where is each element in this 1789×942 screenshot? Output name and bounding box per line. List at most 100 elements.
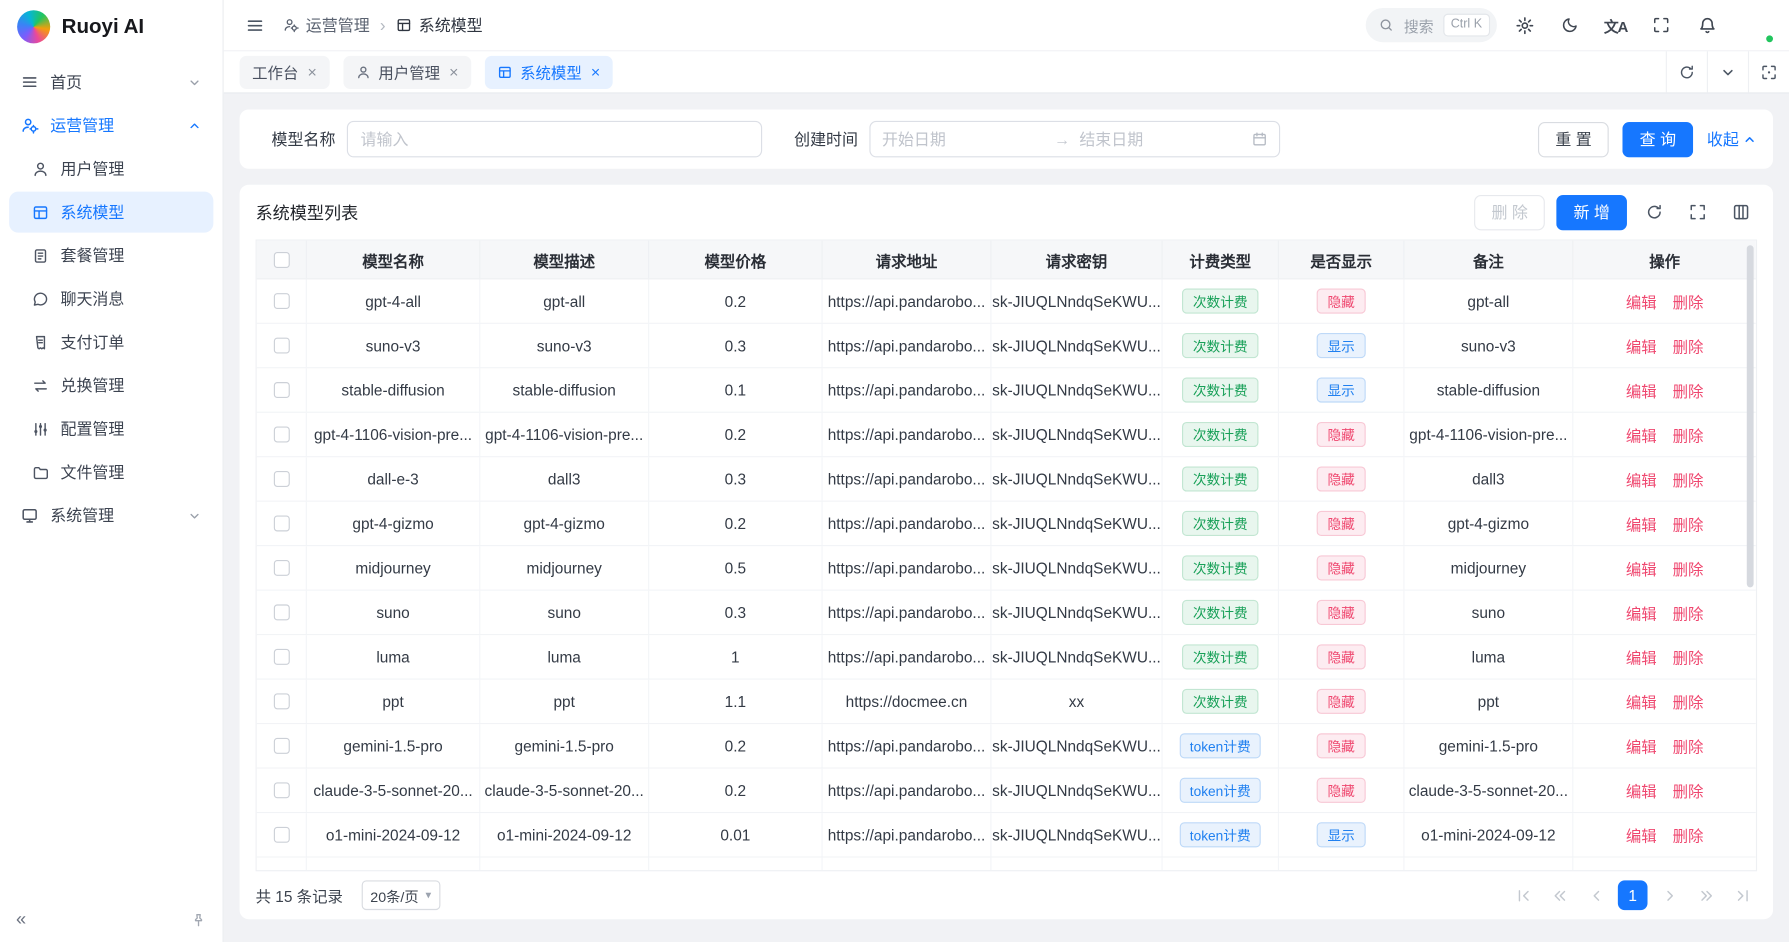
logo[interactable]: Ruoyi AI	[0, 0, 222, 52]
delete-link[interactable]: 删除	[1673, 512, 1704, 535]
close-icon[interactable]: ×	[449, 64, 458, 80]
column-settings-button[interactable]	[1725, 196, 1757, 228]
batch-delete-button[interactable]: 删 除	[1474, 194, 1545, 229]
sidebar-collapse-button[interactable]: «	[16, 911, 26, 929]
edit-link[interactable]: 编辑	[1626, 423, 1657, 446]
row-checkbox[interactable]	[273, 738, 289, 754]
sidebar-item-system-model[interactable]: 系统模型	[9, 192, 213, 233]
delete-link[interactable]: 删除	[1673, 334, 1704, 357]
delete-link[interactable]: 删除	[1673, 779, 1704, 802]
delete-link[interactable]: 删除	[1673, 645, 1704, 668]
sidebar-item-package-management[interactable]: 套餐管理	[9, 235, 213, 276]
edit-link[interactable]: 编辑	[1626, 512, 1657, 535]
next-group-button[interactable]	[1691, 880, 1721, 910]
language-button[interactable]: 文A	[1597, 7, 1634, 43]
row-checkbox[interactable]	[273, 649, 289, 665]
page-size-select[interactable]: 20条/页 ▾	[361, 880, 440, 910]
model-name-input[interactable]	[361, 130, 749, 148]
cell-request-url	[823, 858, 992, 871]
fullscreen-button[interactable]	[1643, 7, 1680, 43]
delete-link[interactable]: 删除	[1673, 690, 1704, 713]
breadcrumb-operations[interactable]: 运营管理	[283, 14, 370, 37]
hamburger-icon[interactable]	[240, 10, 270, 40]
edit-link[interactable]: 编辑	[1626, 334, 1657, 357]
breadcrumb-system-model[interactable]: 系统模型	[396, 14, 483, 37]
edit-link[interactable]: 编辑	[1626, 779, 1657, 802]
billing-type-badge: token计费	[1180, 778, 1261, 803]
tab-system-model[interactable]: 系统模型 ×	[485, 55, 613, 88]
global-search[interactable]: 搜索 Ctrl K	[1366, 8, 1497, 42]
expand-icon	[1689, 203, 1707, 221]
add-button[interactable]: 新 增	[1556, 194, 1627, 229]
tab-user-management[interactable]: 用户管理 ×	[343, 55, 471, 88]
edit-link[interactable]: 编辑	[1626, 557, 1657, 580]
sidebar-item-user-management[interactable]: 用户管理	[9, 148, 213, 189]
refresh-table-button[interactable]	[1638, 196, 1670, 228]
tab-workbench[interactable]: 工作台 ×	[240, 55, 330, 88]
delete-link[interactable]: 删除	[1673, 468, 1704, 491]
refresh-tab-button[interactable]	[1666, 51, 1707, 92]
edit-link[interactable]: 编辑	[1626, 379, 1657, 402]
prev-group-button[interactable]	[1545, 880, 1575, 910]
edit-link[interactable]: 编辑	[1626, 823, 1657, 846]
cell-request-key: sk-JIUQLNndqSeKWU...	[991, 324, 1162, 367]
prev-page-button[interactable]	[1581, 880, 1611, 910]
close-icon[interactable]: ×	[591, 64, 600, 80]
user-avatar[interactable]	[1739, 8, 1773, 42]
edit-link[interactable]: 编辑	[1626, 290, 1657, 313]
pin-icon[interactable]	[191, 912, 207, 928]
end-date-input[interactable]	[1079, 130, 1242, 148]
sidebar-item-payment-orders[interactable]: 支付订单	[9, 322, 213, 363]
row-checkbox[interactable]	[273, 693, 289, 709]
row-checkbox[interactable]	[273, 782, 289, 798]
sidebar-item-exchange-management[interactable]: 兑换管理	[9, 365, 213, 406]
sidebar-item-file-management[interactable]: 文件管理	[9, 452, 213, 493]
calendar-icon[interactable]	[1252, 131, 1268, 147]
row-checkbox[interactable]	[273, 827, 289, 843]
tab-list-button[interactable]	[1707, 51, 1748, 92]
sidebar-item-home[interactable]: 首页	[9, 62, 213, 103]
collapse-filter-link[interactable]: 收起	[1707, 128, 1757, 151]
first-page-button[interactable]	[1508, 880, 1538, 910]
last-page-button[interactable]	[1727, 880, 1757, 910]
content-fullscreen-button[interactable]	[1748, 51, 1789, 92]
cell-model-desc: gpt-4-gizmo	[480, 502, 649, 545]
row-checkbox[interactable]	[273, 427, 289, 443]
row-checkbox[interactable]	[273, 338, 289, 354]
select-all-checkbox[interactable]	[273, 251, 289, 267]
page-number-1[interactable]: 1	[1618, 880, 1648, 910]
delete-link[interactable]: 删除	[1673, 423, 1704, 446]
row-checkbox[interactable]	[273, 515, 289, 531]
row-checkbox[interactable]	[273, 471, 289, 487]
notifications-button[interactable]	[1689, 7, 1726, 43]
visibility-badge: 隐藏	[1317, 689, 1365, 714]
reset-button[interactable]: 重 置	[1538, 121, 1609, 156]
next-page-button[interactable]	[1654, 880, 1684, 910]
sidebar-item-system-management[interactable]: 系统管理	[9, 495, 213, 536]
start-date-input[interactable]	[882, 130, 1045, 148]
edit-link[interactable]: 编辑	[1626, 601, 1657, 624]
search-button[interactable]: 查 询	[1623, 121, 1694, 156]
row-checkbox[interactable]	[273, 604, 289, 620]
edit-link[interactable]: 编辑	[1626, 468, 1657, 491]
delete-link[interactable]: 删除	[1673, 379, 1704, 402]
edit-link[interactable]: 编辑	[1626, 734, 1657, 757]
delete-link[interactable]: 删除	[1673, 734, 1704, 757]
row-checkbox[interactable]	[273, 293, 289, 309]
delete-link[interactable]: 删除	[1673, 823, 1704, 846]
delete-link[interactable]: 删除	[1673, 601, 1704, 624]
delete-link[interactable]: 删除	[1673, 557, 1704, 580]
settings-button[interactable]	[1506, 7, 1543, 43]
delete-link[interactable]: 删除	[1673, 290, 1704, 313]
edit-link[interactable]: 编辑	[1626, 645, 1657, 668]
sidebar-item-config-management[interactable]: 配置管理	[9, 408, 213, 449]
sidebar-item-operations[interactable]: 运营管理	[9, 105, 213, 146]
close-icon[interactable]: ×	[307, 64, 316, 80]
table-fullscreen-button[interactable]	[1682, 196, 1714, 228]
dark-mode-button[interactable]	[1552, 7, 1589, 43]
row-checkbox[interactable]	[273, 382, 289, 398]
table-scrollbar[interactable]	[1747, 245, 1754, 587]
row-checkbox[interactable]	[273, 560, 289, 576]
sidebar-item-chat-messages[interactable]: 聊天消息	[9, 278, 213, 319]
edit-link[interactable]: 编辑	[1626, 690, 1657, 713]
